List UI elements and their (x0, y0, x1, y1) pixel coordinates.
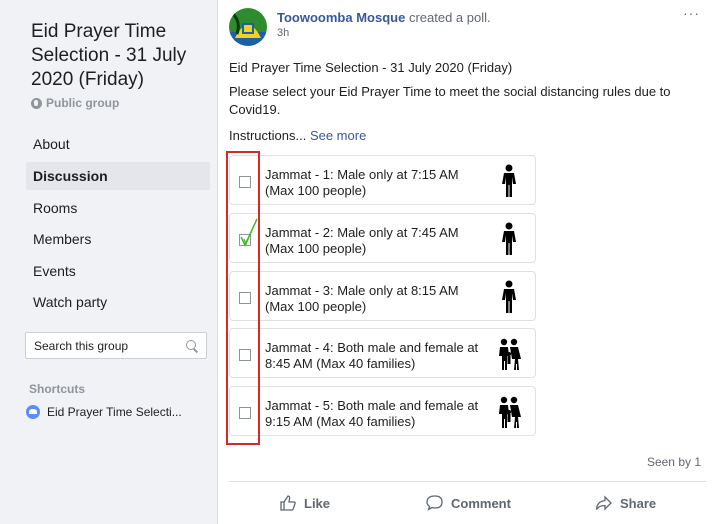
poll-option-label: Jammat - 2: Male only at 7:45 AM (Max 10… (265, 225, 459, 256)
comment-label: Comment (451, 495, 511, 511)
post-text-description: Please select your Eid Prayer Time to me… (229, 84, 671, 117)
group-privacy-label: Public group (46, 96, 120, 110)
male-person-icon (502, 164, 516, 197)
poll-option-label: Jammat - 1: Male only at 7:15 AM (Max 10… (265, 167, 459, 198)
seen-by-count[interactable]: Seen by 1 (621, 455, 701, 469)
male-person-icon (502, 280, 516, 313)
poll-option-1[interactable]: Jammat - 1: Male only at 7:15 AM (Max 10… (229, 155, 536, 205)
sidebar-item-members[interactable]: Members (26, 225, 210, 253)
post-timestamp[interactable]: 3h (277, 27, 289, 39)
family-icon (499, 396, 521, 428)
instructions-label: Instructions... (229, 128, 307, 143)
shortcut-item-label: Eid Prayer Time Selecti... (47, 405, 182, 419)
post-action-text: created a poll. (408, 10, 491, 25)
sidebar-item-events[interactable]: Events (26, 257, 210, 285)
sidebar-item-discussion[interactable]: Discussion (26, 162, 210, 190)
share-button[interactable]: Share (595, 492, 656, 514)
poll-option-label: Jammat - 3: Male only at 8:15 AM (Max 10… (265, 283, 459, 314)
post-text-title: Eid Prayer Time Selection - 31 July 2020… (229, 60, 513, 75)
search-icon[interactable] (186, 339, 198, 352)
poll-option-3[interactable]: Jammat - 3: Male only at 8:15 AM (Max 10… (229, 271, 536, 321)
thumbs-up-icon (280, 495, 296, 511)
sidebar-item-watch-party[interactable]: Watch party (26, 288, 210, 316)
group-sidebar: Eid Prayer Time Selection - 31 July 2020… (0, 0, 218, 524)
group-icon (26, 405, 40, 419)
like-button[interactable]: Like (279, 492, 330, 514)
poll-checkbox[interactable] (239, 292, 251, 304)
male-person-icon (502, 222, 516, 255)
family-icon (499, 338, 521, 370)
poll-option-4[interactable]: Jammat - 4: Both male and female at 8:45… (229, 328, 536, 378)
shortcuts-heading: Shortcuts (29, 382, 86, 396)
poll-option-label: Jammat - 5: Both male and female at 9:15… (265, 398, 479, 429)
author-link[interactable]: Toowoomba Mosque (277, 10, 405, 25)
sidebar-item-about[interactable]: About (26, 130, 210, 158)
poll-option-2[interactable]: Jammat - 2: Male only at 7:45 AM (Max 10… (229, 213, 536, 263)
post-text-instructions: Instructions... See more (229, 127, 366, 145)
poll-checkbox[interactable] (239, 407, 251, 419)
poll-option-label: Jammat - 4: Both male and female at 8:45… (265, 340, 479, 371)
comment-button[interactable]: Comment (426, 492, 511, 514)
poll-checkbox-checked[interactable] (239, 234, 251, 246)
like-label: Like (304, 495, 331, 511)
more-options-button[interactable]: ··· (683, 5, 700, 21)
sidebar-item-rooms[interactable]: Rooms (26, 194, 210, 222)
group-title[interactable]: Eid Prayer Time Selection - 31 July 2020… (31, 20, 211, 92)
search-input[interactable] (34, 338, 174, 353)
globe-icon (31, 97, 42, 109)
comment-icon (426, 495, 443, 511)
poll-option-5[interactable]: Jammat - 5: Both male and female at 9:15… (229, 386, 536, 436)
shortcut-item[interactable]: Eid Prayer Time Selecti... (26, 405, 182, 419)
poll-checkbox[interactable] (239, 349, 251, 361)
mosque-avatar[interactable] (229, 8, 267, 46)
group-privacy: Public group (31, 96, 119, 110)
share-label: Share (620, 495, 657, 511)
post-divider (229, 481, 706, 482)
poll-checkbox[interactable] (239, 176, 251, 188)
group-search-box[interactable] (25, 332, 207, 359)
share-arrow-icon (595, 495, 612, 511)
poll-post: Toowoomba Mosque created a poll. 3h ··· … (226, 0, 706, 524)
post-header: Toowoomba Mosque created a poll. (277, 10, 491, 25)
see-more-link[interactable]: See more (310, 128, 366, 143)
